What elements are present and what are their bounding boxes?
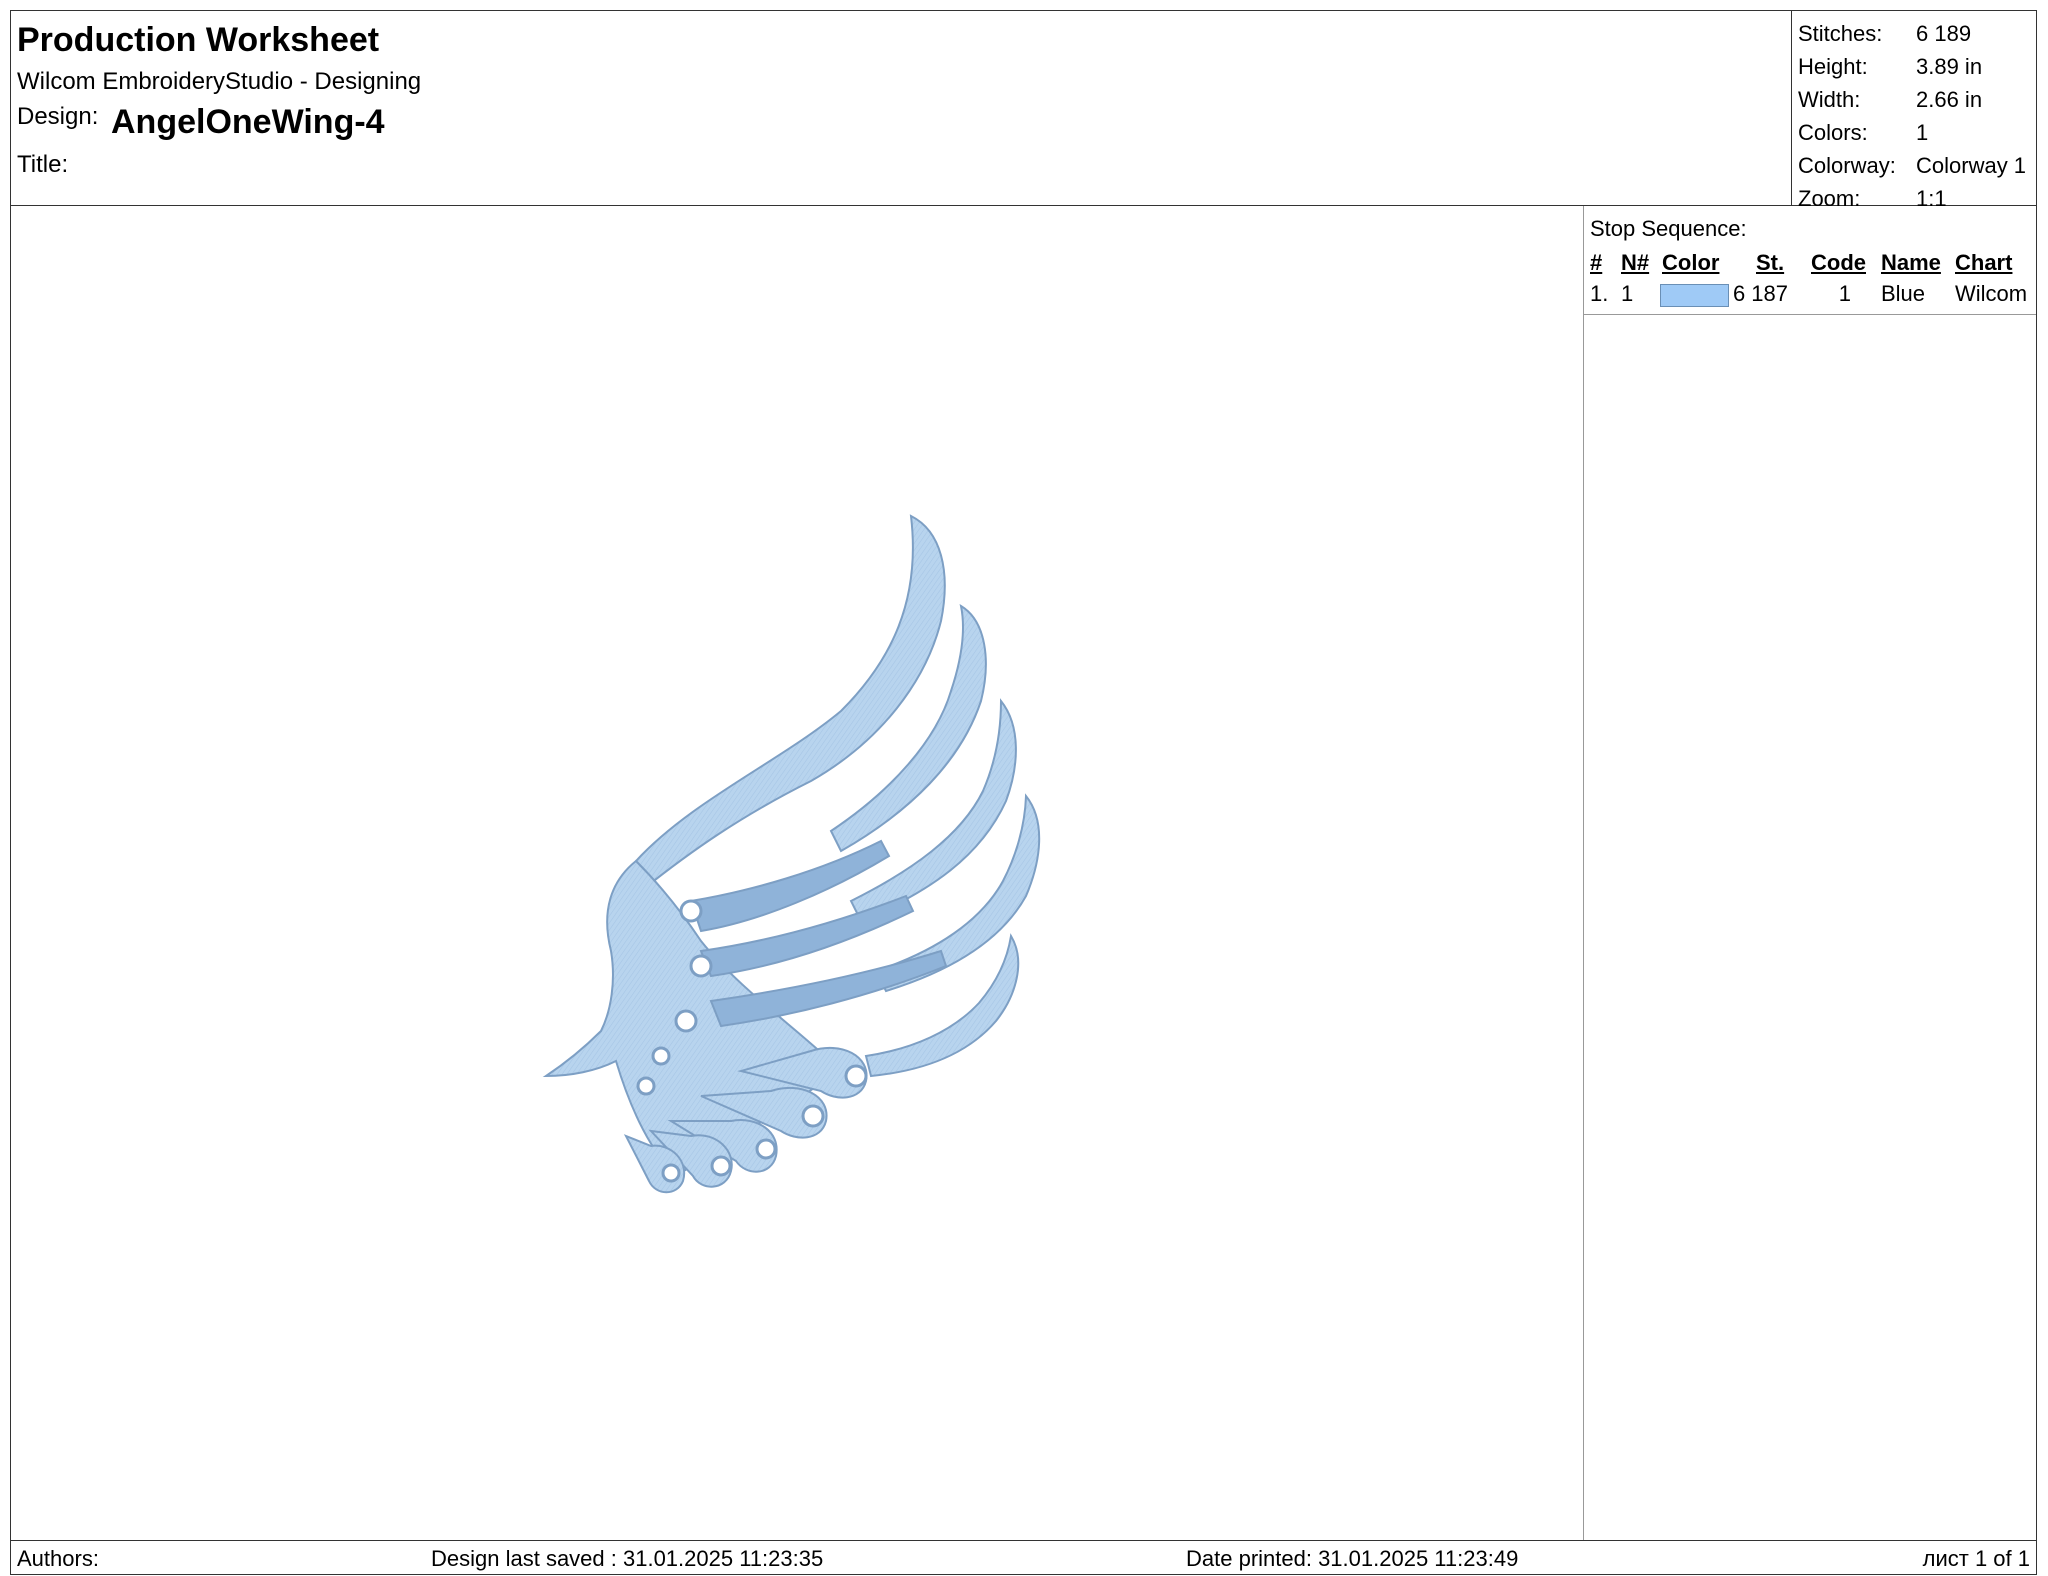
page-title: Production Worksheet [17, 21, 380, 59]
stat-value: Colorway 1 [1916, 153, 2027, 178]
wing-feather [634, 514, 946, 893]
column-header-stitches: St. [1756, 250, 1785, 275]
design-stats: Stitches: 6 189 Height: 3.89 in Width: 2… [1791, 11, 2036, 211]
column-header-name: Name [1881, 250, 1941, 275]
row-index: 1. [1590, 281, 1609, 306]
worksheet-page: Production Worksheet Wilcom EmbroiderySt… [10, 10, 2037, 1575]
column-header-chart: Chart [1955, 250, 2013, 275]
stop-sequence-label: Stop Sequence: [1590, 216, 1747, 241]
stop-sequence-panel: Stop Sequence: # N# Color St. Code Name … [1584, 206, 2036, 1540]
application-name: Wilcom EmbroideryStudio - Designing [17, 68, 422, 95]
design-label: Design: [17, 103, 99, 130]
authors-label: Authors: [17, 1546, 99, 1571]
stat-value: 3.89 in [1916, 54, 1983, 79]
column-header-needle: N# [1621, 250, 1650, 275]
row-chart: Wilcom [1955, 281, 2028, 306]
column-header-color: Color [1662, 250, 1720, 275]
table-row: 1. 1 6 187 1 Blue Wilcom [1584, 281, 2036, 315]
stat-value: 2.66 in [1916, 87, 1983, 112]
page-number: лист 1 of 1 [1922, 1546, 2030, 1571]
stat-label: Height: [1798, 54, 1868, 79]
stat-value: 6 189 [1916, 21, 1972, 46]
thread-color-swatch [1660, 284, 1729, 307]
embroidery-wing-design [542, 514, 1041, 1194]
worksheet-header: Production Worksheet Wilcom EmbroiderySt… [11, 11, 2036, 211]
worksheet-footer: Authors: Design last saved : 31.01.2025 … [11, 1540, 2036, 1574]
row-code: 1 [1838, 281, 1851, 306]
stat-label: Width: [1798, 87, 1861, 112]
stat-label: Colorway: [1798, 153, 1896, 178]
title-label: Title: [17, 151, 69, 178]
date-printed: Date printed: 31.01.2025 11:23:49 [1186, 1546, 1519, 1571]
design-name: AngelOneWing-4 [111, 103, 385, 141]
row-name: Blue [1881, 281, 1926, 306]
column-header-index: # [1590, 250, 1603, 275]
stat-label: Colors: [1798, 120, 1868, 145]
row-needle: 1 [1621, 281, 1634, 306]
stop-sequence-header: # N# Color St. Code Name Chart [1584, 250, 2036, 280]
design-preview-canvas [11, 206, 1584, 1540]
column-header-code: Code [1811, 250, 1866, 275]
last-saved-date: Design last saved : 31.01.2025 11:23:35 [431, 1546, 824, 1571]
stat-value: 1 [1916, 120, 1929, 145]
stat-label: Stitches: [1798, 21, 1883, 46]
row-stitches: 6 187 [1732, 281, 1788, 306]
